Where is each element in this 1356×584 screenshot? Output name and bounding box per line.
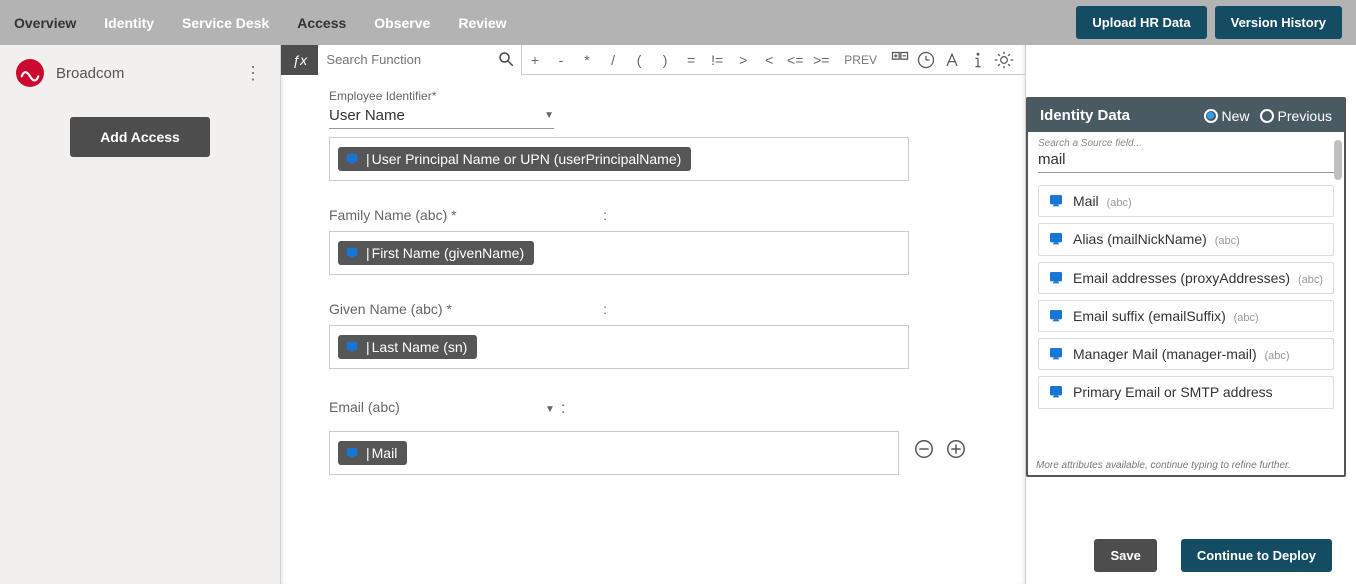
mail-pill[interactable]: | Mail <box>338 441 407 465</box>
source-item-primary-email[interactable]: Primary Email or SMTP address <box>1038 376 1334 408</box>
nav-overview[interactable]: Overview <box>14 15 76 31</box>
source-field-icon <box>1047 270 1065 286</box>
nav-review[interactable]: Review <box>458 15 506 31</box>
op-gt[interactable]: > <box>730 52 756 68</box>
mail-pill-label: Mail <box>372 445 398 461</box>
given-name-label: Given Name (abc) *: <box>329 301 967 317</box>
source-item-suffix[interactable]: Email suffix (emailSuffix) (abc) <box>1038 300 1334 332</box>
save-button[interactable]: Save <box>1094 539 1156 572</box>
broadcom-logo-icon <box>16 59 44 87</box>
panel-header: Identity Data New Previous <box>1028 99 1344 132</box>
panel-footer-hint: More attributes available, continue typi… <box>1028 458 1344 475</box>
op-lt[interactable]: < <box>756 52 782 68</box>
op-neq[interactable]: != <box>704 52 730 68</box>
op-plus[interactable]: + <box>522 52 548 68</box>
brand-row: Broadcom ⋮ <box>0 45 280 101</box>
nav-observe[interactable]: Observe <box>374 15 430 31</box>
email-label: Email (abc) <box>329 399 400 415</box>
add-row-icon[interactable] <box>945 438 967 460</box>
source-item-proxy[interactable]: Email addresses (proxyAddresses) (abc) <box>1038 262 1334 294</box>
colon: : <box>561 400 565 418</box>
lastname-pill-label: Last Name (sn) <box>372 339 468 355</box>
function-search-input[interactable] <box>318 45 521 75</box>
family-name-box[interactable]: | First Name (givenName) <box>329 231 909 275</box>
op-slash[interactable]: / <box>600 52 626 68</box>
fx-icon[interactable]: ƒx <box>281 45 318 75</box>
given-name-box[interactable]: | Last Name (sn) <box>329 325 909 369</box>
nav-access[interactable]: Access <box>297 15 346 31</box>
form-area: Employee Identifier* User Name ▼ | User … <box>281 75 1025 584</box>
source-item-alias[interactable]: Alias (mailNickName) (abc) <box>1038 223 1334 255</box>
firstname-pill[interactable]: | First Name (givenName) <box>338 241 534 265</box>
employee-identifier-select[interactable]: User Name ▼ <box>329 103 554 129</box>
employee-identifier-box[interactable]: | User Principal Name or UPN (userPrinci… <box>329 137 909 181</box>
source-field-icon <box>342 245 362 261</box>
source-field-icon <box>1047 308 1065 324</box>
family-name-label: Family Name (abc) *: <box>329 207 967 223</box>
footer-buttons: Save Continue to Deploy <box>1086 539 1332 572</box>
op-eq[interactable]: = <box>678 52 704 68</box>
chevron-down-icon: ▼ <box>545 404 555 415</box>
upload-hr-data-button[interactable]: Upload HR Data <box>1076 6 1206 39</box>
op-lparen[interactable]: ( <box>626 52 652 68</box>
settings-icon[interactable] <box>991 50 1017 70</box>
top-nav: Overview Identity Service Desk Access Ob… <box>0 0 1356 45</box>
scrollbar[interactable] <box>1334 140 1342 180</box>
source-field-icon <box>342 339 362 355</box>
op-rparen[interactable]: ) <box>652 52 678 68</box>
radio-new[interactable]: New <box>1204 108 1250 124</box>
continue-deploy-button[interactable]: Continue to Deploy <box>1181 539 1332 572</box>
chevron-down-icon: ▼ <box>544 110 554 121</box>
sidebar: Broadcom ⋮ Add Access <box>0 45 280 584</box>
upn-pill[interactable]: | User Principal Name or UPN (userPrinci… <box>338 147 691 171</box>
op-minus[interactable]: - <box>548 52 574 68</box>
source-item-mail[interactable]: Mail (abc) <box>1038 185 1334 217</box>
employee-identifier-value: User Name <box>329 107 405 124</box>
brand-name: Broadcom <box>56 65 238 82</box>
radio-previous[interactable]: Previous <box>1260 108 1332 124</box>
upn-pill-label: User Principal Name or UPN (userPrincipa… <box>372 151 682 167</box>
clock-icon[interactable] <box>913 50 939 70</box>
version-history-button[interactable]: Version History <box>1215 6 1342 39</box>
formula-toolbar: ƒx + - * / ( ) = != > < <= >= PREV <box>281 45 1025 75</box>
op-gte[interactable]: >= <box>808 52 834 68</box>
font-icon[interactable] <box>939 50 965 70</box>
panel-title: Identity Data <box>1040 107 1130 124</box>
nav-identity[interactable]: Identity <box>104 15 154 31</box>
op-lte[interactable]: <= <box>782 52 808 68</box>
math-icon[interactable] <box>887 50 913 70</box>
lastname-pill[interactable]: | Last Name (sn) <box>338 335 477 359</box>
employee-identifier-label: Employee Identifier* <box>329 89 967 103</box>
source-search-input[interactable] <box>1038 149 1334 173</box>
function-search-wrap <box>318 45 522 75</box>
source-field-icon <box>1047 193 1065 209</box>
firstname-pill-label: First Name (givenName) <box>372 245 524 261</box>
right-column: Identity Data New Previous Search a Sour… <box>1026 45 1356 584</box>
source-field-icon <box>1047 346 1065 362</box>
center-panel: ƒx + - * / ( ) = != > < <= >= PREV <box>280 45 1026 584</box>
source-field-icon <box>342 151 362 167</box>
remove-row-icon[interactable] <box>913 438 935 460</box>
email-label-select[interactable]: Email (abc) <box>329 395 539 419</box>
info-icon[interactable] <box>965 50 991 70</box>
source-field-icon <box>1047 231 1065 247</box>
search-icon[interactable] <box>497 50 515 68</box>
source-item-manager-mail[interactable]: Manager Mail (manager-mail) (abc) <box>1038 338 1334 370</box>
op-star[interactable]: * <box>574 52 600 68</box>
email-box[interactable]: | Mail <box>329 431 899 475</box>
identity-data-panel: Identity Data New Previous Search a Sour… <box>1026 97 1346 477</box>
prev-button[interactable]: PREV <box>844 53 877 67</box>
source-search-label: Search a Source field... <box>1038 138 1334 149</box>
source-field-icon <box>342 445 362 461</box>
add-access-button[interactable]: Add Access <box>70 117 210 157</box>
panel-body: Search a Source field... Mail (abc) Alia… <box>1028 132 1344 458</box>
brand-menu-icon[interactable]: ⋮ <box>238 63 268 84</box>
nav-servicedesk[interactable]: Service Desk <box>182 15 269 31</box>
source-field-icon <box>1047 384 1065 400</box>
